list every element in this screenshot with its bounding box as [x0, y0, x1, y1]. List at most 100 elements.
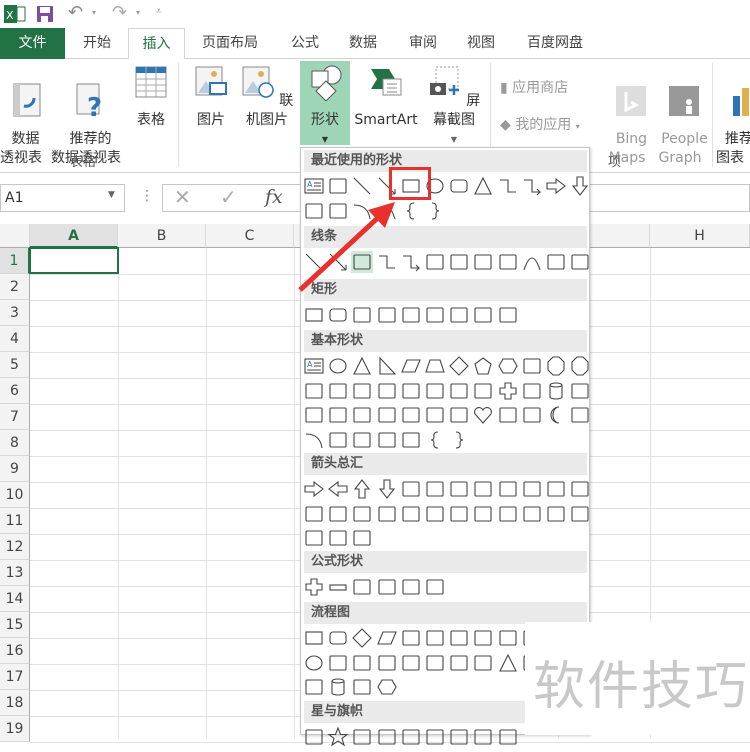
- shape-curved-r-icon[interactable]: [303, 503, 325, 525]
- shape-ellipse-icon[interactable]: [303, 652, 325, 674]
- shape-halfframe-icon[interactable]: [424, 380, 446, 402]
- shape-star4-icon[interactable]: [303, 726, 325, 748]
- pivottable-button[interactable]: 数据 透视表: [0, 63, 48, 168]
- shape-offpage-icon[interactable]: [327, 652, 349, 674]
- shape-roundrect-icon[interactable]: [448, 175, 470, 197]
- shape-right-callout-icon[interactable]: [497, 503, 519, 525]
- shape-scribble-icon[interactable]: [569, 251, 591, 273]
- shape-terminator-icon[interactable]: [497, 627, 519, 649]
- undo-icon[interactable]: ↶: [68, 2, 83, 23]
- shape-right-arrow-icon[interactable]: [303, 478, 325, 500]
- shape-chord-icon[interactable]: [376, 380, 398, 402]
- shape-parallelogram-icon[interactable]: [376, 627, 398, 649]
- shape-cross-icon[interactable]: [497, 380, 519, 402]
- shape-cloud-icon[interactable]: [569, 404, 591, 426]
- shapes-button[interactable]: 形状 ▼: [300, 61, 350, 145]
- shape-quad-arrow-icon[interactable]: [448, 478, 470, 500]
- shape-star6-icon[interactable]: [351, 726, 373, 748]
- shape-multidoc-icon[interactable]: [472, 627, 494, 649]
- shape-round2-icon[interactable]: [472, 304, 494, 326]
- shape-cube-icon[interactable]: [303, 404, 325, 426]
- shape-heart-icon[interactable]: [472, 404, 494, 426]
- shape-notequal-icon[interactable]: [424, 576, 446, 598]
- shape-curve-conn-icon[interactable]: [448, 251, 470, 273]
- shape-heptagon-icon[interactable]: [521, 355, 543, 377]
- shape-minus-icon[interactable]: [327, 576, 349, 598]
- tab-insert[interactable]: 插入: [128, 28, 185, 60]
- shape-pentagon-arrow-icon[interactable]: [448, 503, 470, 525]
- cancel-icon[interactable]: ✕: [174, 185, 191, 209]
- shape-blockarc-icon[interactable]: [400, 404, 422, 426]
- shape-curve-double-icon[interactable]: [497, 251, 519, 273]
- tab-home[interactable]: 开始: [72, 28, 122, 59]
- shape-ellipse-icon[interactable]: [327, 355, 349, 377]
- shape-down-arrow-icon[interactable]: [376, 478, 398, 500]
- shape-star10-icon[interactable]: [424, 726, 446, 748]
- shape-cube-icon[interactable]: [569, 380, 591, 402]
- shape-snip2-icon[interactable]: [376, 304, 398, 326]
- table-button[interactable]: 表格: [128, 63, 174, 130]
- row-header[interactable]: 4: [0, 326, 30, 352]
- shape-quad-callout-icon[interactable]: [303, 527, 325, 549]
- shape-bent-arrow-icon[interactable]: [497, 478, 519, 500]
- shape-hexagon-icon[interactable]: [376, 676, 398, 698]
- row-header[interactable]: 6: [0, 378, 30, 404]
- tab-baidu-netdisk[interactable]: 百度网盘: [515, 28, 595, 59]
- column-header-h[interactable]: H: [650, 224, 750, 248]
- shape-star8-icon[interactable]: [400, 726, 422, 748]
- active-cell-a1[interactable]: [29, 247, 119, 274]
- row-header[interactable]: 10: [0, 482, 30, 508]
- row-header[interactable]: 9: [0, 456, 30, 482]
- shape-rect-icon[interactable]: [303, 304, 325, 326]
- shape-diamond-icon[interactable]: [448, 355, 470, 377]
- name-box-dropdown-icon[interactable]: ▼: [108, 190, 115, 200]
- tab-page-layout[interactable]: 页面布局: [192, 28, 268, 59]
- shape-frame-icon[interactable]: [400, 380, 422, 402]
- shape-triangle-icon[interactable]: [351, 355, 373, 377]
- shape-up-callout-icon[interactable]: [569, 503, 591, 525]
- shape-curved-d-icon[interactable]: [376, 503, 398, 525]
- shape-up-arrow-icon[interactable]: [351, 478, 373, 500]
- row-header[interactable]: 2: [0, 274, 30, 300]
- shape-roundrect-icon[interactable]: [327, 627, 349, 649]
- shape-star12-icon[interactable]: [448, 726, 470, 748]
- undo-dropdown-icon[interactable]: ▾: [92, 8, 96, 17]
- shape-uturn-icon[interactable]: [521, 478, 543, 500]
- row-header[interactable]: 5: [0, 352, 30, 378]
- tab-file[interactable]: 文件: [0, 28, 65, 59]
- shape-foldedcorner-icon[interactable]: [424, 404, 446, 426]
- shape-multiply-icon[interactable]: [351, 576, 373, 598]
- shape-plaque-icon[interactable]: [521, 380, 543, 402]
- shape-rbrace-icon[interactable]: [448, 429, 470, 451]
- row-header[interactable]: 16: [0, 638, 30, 664]
- shape-triangle-icon[interactable]: [472, 175, 494, 197]
- shape-dbrace-icon[interactable]: [351, 429, 373, 451]
- row-header[interactable]: 7: [0, 404, 30, 430]
- shape-snip3-icon[interactable]: [400, 304, 422, 326]
- shape-card-icon[interactable]: [351, 652, 373, 674]
- shape-internal-icon[interactable]: [424, 627, 446, 649]
- shape-down-arrow-icon[interactable]: [569, 175, 591, 197]
- shape-lbracket-icon[interactable]: [376, 429, 398, 451]
- row-header[interactable]: 17: [0, 664, 30, 690]
- shape-rbrace-icon[interactable]: [424, 200, 446, 222]
- shape-decagon-icon[interactable]: [303, 380, 325, 402]
- shape-notched-icon[interactable]: [424, 503, 446, 525]
- smartart-button[interactable]: SmartArt: [352, 63, 420, 130]
- shape-arc-icon[interactable]: [303, 429, 325, 451]
- row-header[interactable]: 15: [0, 612, 30, 638]
- insert-function-button[interactable]: fx: [265, 186, 283, 208]
- my-apps-button[interactable]: ◆ 我的应用 ▾: [500, 114, 580, 134]
- shape-snip1-icon[interactable]: [351, 304, 373, 326]
- tab-view[interactable]: 视图: [456, 28, 506, 59]
- shape-elbow-icon[interactable]: [497, 175, 519, 197]
- shape-moon-icon[interactable]: [545, 404, 567, 426]
- shape-bevel-icon[interactable]: [327, 404, 349, 426]
- online-pictures-button[interactable]: 联机图片: [236, 63, 298, 130]
- shape-can-icon[interactable]: [545, 380, 567, 402]
- shape-freeform-icon[interactable]: [545, 251, 567, 273]
- row-header[interactable]: 14: [0, 586, 30, 612]
- shape-lshape-icon[interactable]: [448, 380, 470, 402]
- shape-predefined-icon[interactable]: [400, 627, 422, 649]
- shape-round3-icon[interactable]: [497, 304, 519, 326]
